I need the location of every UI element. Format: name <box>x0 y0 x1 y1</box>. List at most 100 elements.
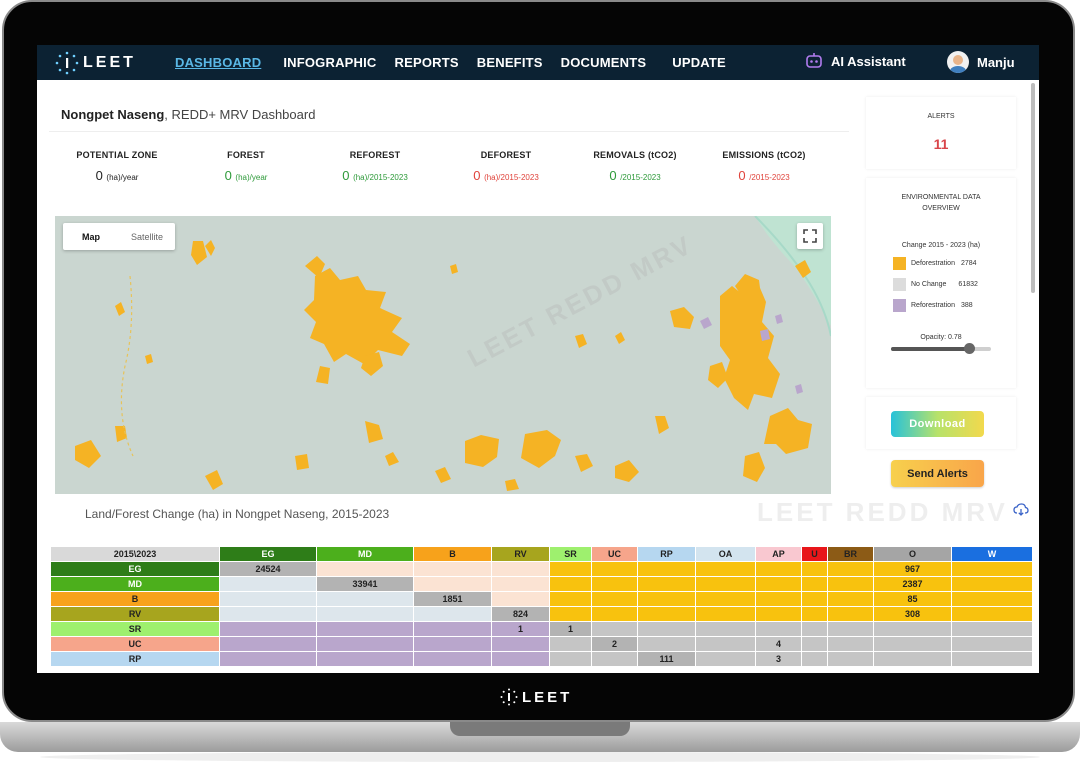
matrix-cell <box>755 591 802 607</box>
matrix-cell <box>591 621 638 637</box>
legend-value: 388 <box>960 301 973 309</box>
table-row: SR 1 1 <box>50 621 1033 637</box>
matrix-cell <box>219 636 317 652</box>
matrix-cell: 308 <box>873 606 952 622</box>
matrix-cell <box>637 576 696 592</box>
nav-link-reports[interactable]: REPORTS <box>395 55 459 70</box>
brand-logo[interactable]: LEET <box>55 51 165 75</box>
legend-swatch <box>893 298 906 312</box>
stat-title: REFOREST <box>349 150 401 160</box>
ai-assistant-button[interactable]: AI Assistant <box>805 53 906 69</box>
deforestation-patches <box>75 240 812 491</box>
location-name: Nongpet Naseng <box>61 107 165 122</box>
robot-icon <box>806 53 822 68</box>
cloud-download-icon[interactable] <box>1013 503 1029 517</box>
matrix-cell <box>827 636 874 652</box>
top-nav: LEET DASHBOARD INFOGRAPHIC REPORTS BENEF… <box>37 45 1039 80</box>
map-view[interactable]: Map Satellite LEET REDD MRV <box>55 216 831 494</box>
matrix-cell <box>316 591 414 607</box>
laptop-frame: LEET LEET DASHBOARD INFOGRAPHIC REPORTS … <box>0 0 1080 763</box>
nav-link-infographic[interactable]: INFOGRAPHIC <box>283 55 376 70</box>
matrix-cell <box>591 606 638 622</box>
column-header-o: O <box>873 546 952 562</box>
nav-link-dashboard[interactable]: DASHBOARD <box>175 55 261 70</box>
matrix-cell <box>827 561 874 577</box>
matrix-cell <box>951 621 1033 637</box>
matrix-cell: 4 <box>755 636 802 652</box>
matrix-cell <box>549 561 592 577</box>
nav-link-update[interactable]: UPDATE <box>672 55 726 70</box>
brand-name: LEET <box>83 53 136 71</box>
column-header-sr: SR <box>549 546 592 562</box>
satellite-tab[interactable]: Satellite <box>119 223 175 250</box>
change-matrix: 2015\2023 EG MD B RV SR UC RP OA AP U BR O W EG 24524… <box>50 546 1033 667</box>
stat-title: FOREST <box>227 150 265 160</box>
row-header-sr: SR <box>50 621 220 637</box>
stat-title: EMISSIONS (tCO2) <box>722 150 806 160</box>
row-header-rp: RP <box>50 651 220 667</box>
opacity-label: Opacity: 0.78 <box>920 334 962 341</box>
page-title: Nongpet Naseng, REDD+ MRV Dashboard <box>61 107 315 122</box>
matrix-cell <box>413 561 492 577</box>
table-row: RV 824 308 <box>50 606 1033 622</box>
matrix-cell <box>637 591 696 607</box>
map-canvas[interactable] <box>55 216 831 494</box>
row-header-rv: RV <box>50 606 220 622</box>
column-header-rp: RP <box>637 546 696 562</box>
matrix-cell <box>219 606 317 622</box>
alerts-card[interactable]: ALERTS 11 <box>866 97 1016 169</box>
stat-value: 0 (ha)/2015-2023 <box>473 168 539 183</box>
opacity-slider-handle[interactable] <box>964 343 975 354</box>
opacity-slider-fill <box>891 347 969 351</box>
fullscreen-button[interactable] <box>797 223 823 249</box>
matrix-cell: 1 <box>549 621 592 637</box>
matrix-cell <box>951 636 1033 652</box>
stat-forest: FOREST 0 (ha)/year <box>181 150 311 183</box>
bezel-brand-text: LEET <box>522 688 573 706</box>
stat-emissions: EMISSIONS (tCO2) 0 /2015-2023 <box>699 150 829 183</box>
matrix-cell <box>801 606 828 622</box>
matrix-cell <box>549 651 592 667</box>
stat-value: 0 (ha)/2015-2023 <box>342 168 408 183</box>
table-row: UC 2 4 <box>50 636 1033 652</box>
legend-value: 2784 <box>960 259 977 267</box>
change-matrix-table: 2015\2023 EG MD B RV SR UC RP OA AP U BR O W EG 24524… <box>50 546 1033 667</box>
stat-deforest: DEFOREST 0 (ha)/2015-2023 <box>441 150 571 183</box>
matrix-cell <box>413 606 492 622</box>
matrix-cell <box>591 651 638 667</box>
matrix-cell <box>951 591 1033 607</box>
matrix-cell <box>695 561 756 577</box>
nav-link-documents[interactable]: DOCUMENTS <box>561 55 647 70</box>
matrix-cell <box>316 636 414 652</box>
stat-potential-zone: POTENTIAL ZONE 0 (ha)/year <box>52 150 182 183</box>
matrix-cell <box>219 576 317 592</box>
nav-link-benefits[interactable]: BENEFITS <box>477 55 543 70</box>
download-button[interactable]: Download <box>891 411 984 437</box>
send-alerts-button[interactable]: Send Alerts <box>891 460 984 487</box>
stat-title: POTENTIAL ZONE <box>76 150 158 160</box>
legend-swatch <box>893 256 906 270</box>
table-row: MD 33941 2387 <box>50 576 1033 592</box>
legend-label: Deforestration <box>911 259 955 267</box>
user-name: Manju <box>977 54 1015 70</box>
matrix-cell <box>951 606 1033 622</box>
matrix-cell <box>413 636 492 652</box>
matrix-cell <box>316 621 414 637</box>
matrix-cell <box>873 651 952 667</box>
matrix-cell <box>413 651 492 667</box>
matrix-cell <box>413 621 492 637</box>
opacity-slider[interactable] <box>891 343 991 354</box>
legend-value: 61832 <box>958 280 978 288</box>
column-header-b: B <box>413 546 492 562</box>
matrix-cell <box>695 591 756 607</box>
matrix-cell <box>549 606 592 622</box>
fullscreen-icon <box>803 229 817 243</box>
laptop-shadow <box>40 752 1040 762</box>
page-scrollbar[interactable] <box>1031 83 1035 293</box>
matrix-cell <box>491 636 550 652</box>
matrix-cell: 1 <box>491 621 550 637</box>
map-tab[interactable]: Map <box>63 223 119 250</box>
alerts-count: 11 <box>933 136 949 152</box>
row-header-b: B <box>50 591 220 607</box>
user-menu[interactable]: Manju <box>947 51 1015 73</box>
